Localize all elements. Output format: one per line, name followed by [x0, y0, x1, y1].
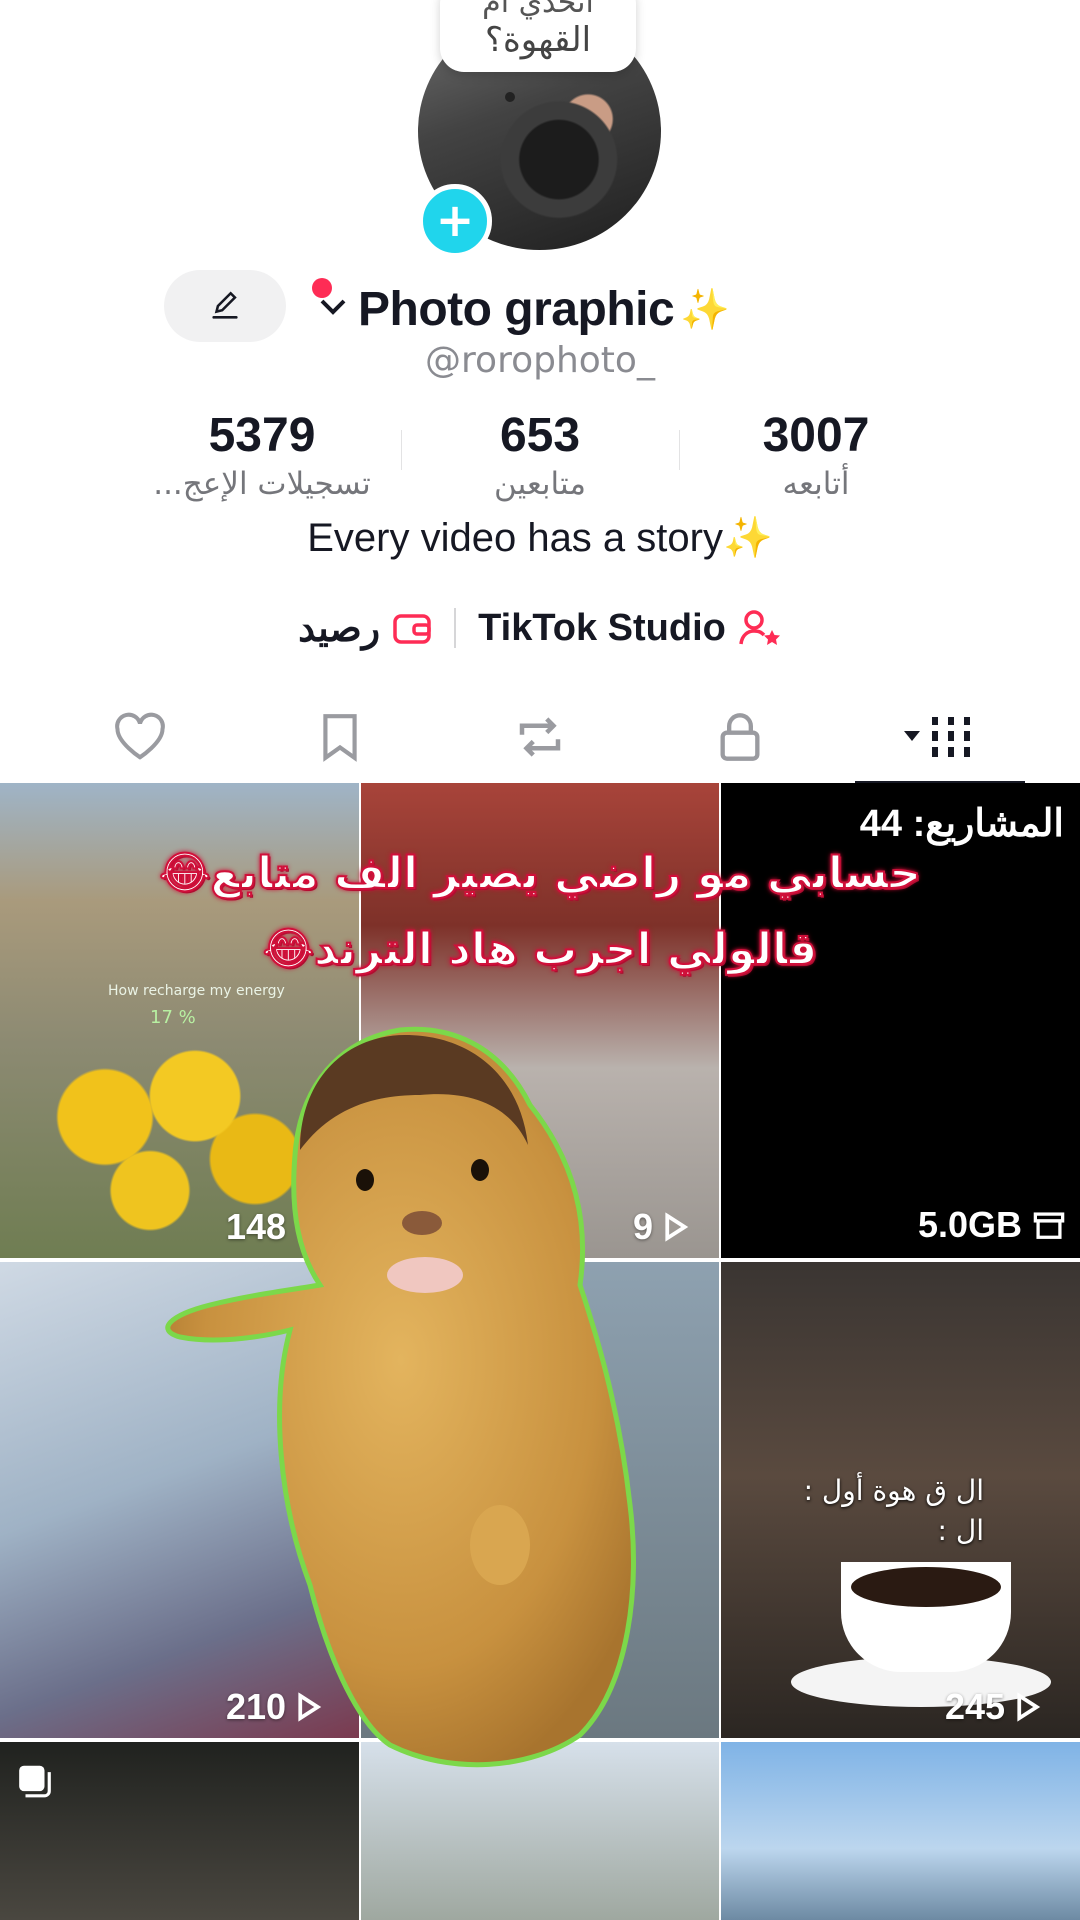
archive-icon: [1033, 1212, 1065, 1239]
sparkles-emoji: ✨: [722, 516, 773, 560]
coffee-image: [851, 1567, 1001, 1607]
heart-icon: [115, 712, 165, 760]
wallet-icon: [393, 614, 431, 644]
lock-icon: [720, 713, 760, 761]
following-count: 3007: [762, 409, 870, 462]
profile-links: رصيد TikTok Studio: [0, 600, 1080, 656]
multi-photo-icon: [19, 1765, 51, 1798]
username: @rorophoto_: [425, 340, 655, 381]
view-count: 245: [945, 1686, 1041, 1728]
tiktok-studio-label: TikTok Studio: [478, 606, 726, 649]
add-avatar-button[interactable]: +: [418, 184, 492, 258]
likes-count: 5379: [208, 409, 316, 462]
account-switcher[interactable]: Photo graphic ✨: [318, 276, 730, 342]
video-thumbnail[interactable]: ال ق هوة أول : ال : 245: [721, 1262, 1080, 1738]
repost-icon: [519, 717, 561, 757]
hamster-sticker: [165, 1026, 636, 1768]
view-count-value: 245: [945, 1686, 1006, 1727]
video-thumbnail[interactable]: [721, 1742, 1080, 1920]
video-caption-line2: قالولي اجرب هاد الترند😂: [262, 923, 819, 976]
bio-text: Every video has a story: [307, 516, 723, 560]
bubble-tail: [505, 92, 515, 102]
following-stat[interactable]: 3007 أتابعه: [666, 408, 966, 504]
thumbnail-text-line2: ال :: [937, 1514, 984, 1547]
avatar-note-line1: اتحدي أم: [482, 0, 594, 20]
followers-label: متابعين: [494, 466, 586, 502]
following-label: أتابعه: [782, 466, 850, 502]
pencil-icon: [212, 291, 238, 319]
tab-liked[interactable]: [80, 697, 200, 777]
tiktok-studio-link[interactable]: TikTok Studio: [478, 607, 782, 650]
storage-indicator: 5.0GB: [918, 1204, 1066, 1246]
studio-creator-icon: [739, 610, 780, 645]
tab-private[interactable]: [680, 697, 800, 777]
avatar-note-bubble[interactable]: اتحدي أم القهوة؟: [440, 0, 636, 72]
edit-profile-button[interactable]: [164, 270, 286, 342]
tab-favorites[interactable]: [280, 697, 400, 777]
video-caption-line1: حسابي مو راضي يصير الف متابع😂: [158, 847, 922, 900]
balance-link[interactable]: رصيد: [298, 606, 432, 651]
plus-icon: +: [435, 193, 475, 247]
grid-icon: [904, 717, 970, 757]
thumbnail-text-line1: ال ق هوة أول :: [803, 1474, 984, 1507]
bookmark-icon: [323, 714, 357, 762]
bio: Every video has a story✨: [0, 514, 1080, 561]
likes-stat[interactable]: 5379 تسجيلات الإعج...: [112, 408, 412, 504]
balance-label: رصيد: [298, 607, 381, 650]
avatar-note-line2: القهوة؟: [484, 20, 592, 60]
followers-count: 653: [499, 409, 581, 462]
sparkles-emoji: ✨: [680, 286, 730, 333]
storage-value: 5.0GB: [917, 1204, 1022, 1245]
tab-videos[interactable]: [855, 697, 1025, 785]
chevron-down-icon: [318, 293, 348, 326]
followers-stat[interactable]: 653 متابعين: [390, 408, 690, 504]
play-icon: [1017, 1692, 1041, 1722]
link-divider: [454, 608, 457, 648]
display-name: Photo graphic: [358, 282, 675, 336]
projects-count: المشاريع: 44: [859, 803, 1064, 845]
tab-reposts[interactable]: [480, 697, 600, 777]
likes-label: تسجيلات الإعج...: [153, 466, 371, 502]
profile-tabs: [0, 692, 1080, 785]
